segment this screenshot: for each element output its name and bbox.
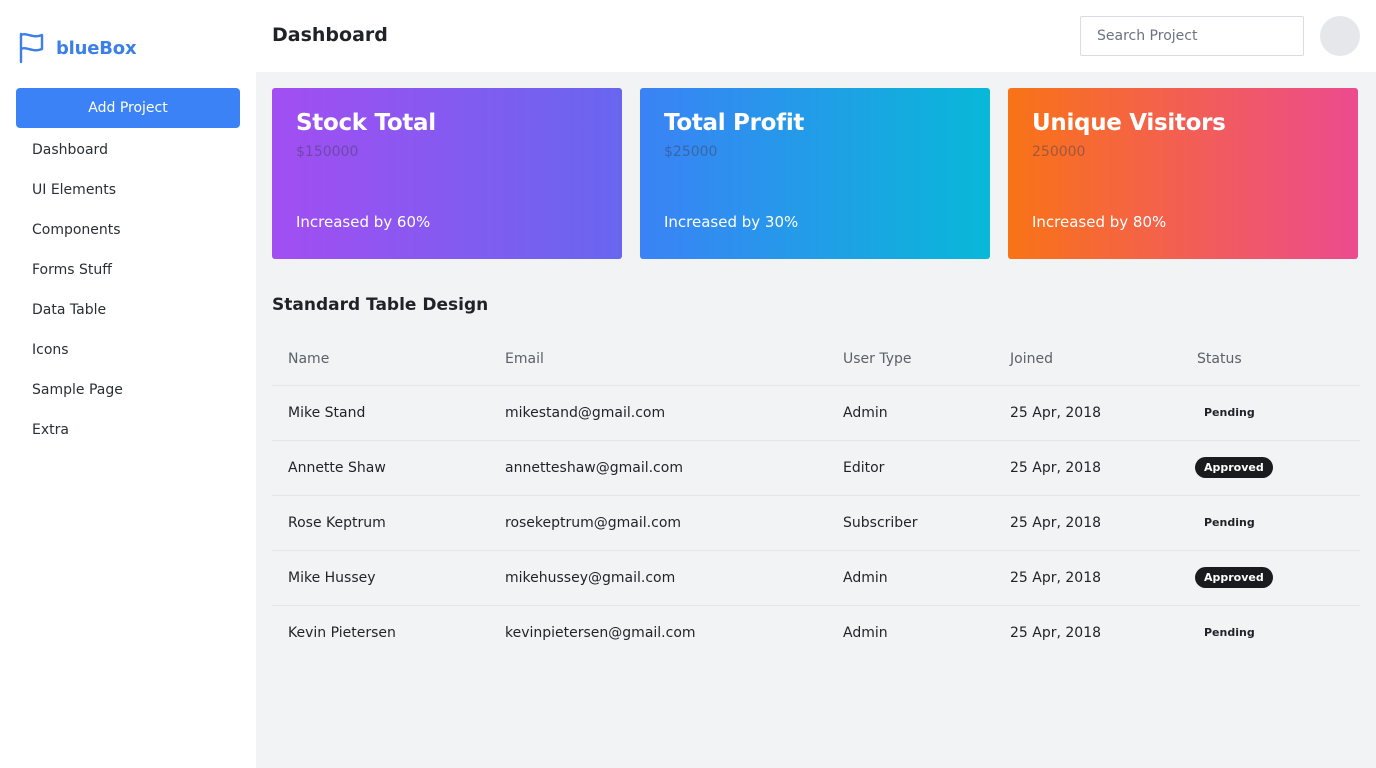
table-row: Mike Stand mikestand@gmail.com Admin 25 … [272, 385, 1360, 441]
sidebar-nav: Dashboard UI Elements Components Forms S… [16, 130, 240, 450]
card-title: Total Profit [664, 110, 805, 136]
cell-name: Rose Keptrum [272, 495, 489, 551]
cell-name: Mike Stand [272, 385, 489, 441]
stat-card-stock-total: Stock Total $150000 Increased by 60% [272, 88, 622, 259]
cell-joined: 25 Apr, 2018 [1010, 624, 1102, 641]
sidebar-item-data-table[interactable]: Data Table [16, 290, 240, 330]
card-title: Unique Visitors [1032, 110, 1226, 136]
card-value: $150000 [296, 144, 359, 160]
column-header-name: Name [272, 334, 489, 386]
column-header-email: Email [489, 334, 827, 386]
table-row: Mike Hussey mikehussey@gmail.com Admin 2… [272, 550, 1360, 606]
cell-joined: 25 Apr, 2018 [994, 495, 1181, 551]
table-title: Standard Table Design [272, 295, 489, 315]
stat-cards: Stock Total $150000 Increased by 60% Tot… [272, 88, 1358, 259]
card-footer: Increased by 60% [296, 213, 431, 231]
table-header-row: Name Email User Type Joined Status [272, 334, 1360, 386]
column-header-status: Status [1181, 334, 1360, 386]
cell-status: Pending [1181, 385, 1360, 441]
sidebar-item-components[interactable]: Components [16, 210, 240, 250]
cell-user-type: Subscriber [827, 495, 994, 551]
card-value: 250000 [1032, 144, 1086, 160]
sidebar-item-forms-stuff[interactable]: Forms Stuff [16, 250, 240, 290]
sidebar-item-dashboard[interactable]: Dashboard [16, 130, 240, 170]
cell-user-type: Editor [827, 440, 994, 496]
status-badge: Approved [1195, 567, 1273, 588]
column-header-joined: Joined [994, 334, 1181, 386]
sidebar: blueBox Add Project Dashboard UI Element… [0, 0, 256, 768]
cell-email: kevinpietersen@gmail.com [505, 624, 696, 641]
logo[interactable]: blueBox [18, 32, 137, 64]
cell-email: annetteshaw@gmail.com [489, 440, 827, 496]
sidebar-item-ui-elements[interactable]: UI Elements [16, 170, 240, 210]
cell-email: rosekeptrum@gmail.com [489, 495, 827, 551]
stat-card-unique-visitors: Unique Visitors 250000 Increased by 80% [1008, 88, 1358, 259]
card-title: Stock Total [296, 110, 436, 136]
status-badge: Pending [1204, 626, 1255, 640]
cell-joined: 25 Apr, 2018 [994, 440, 1181, 496]
cell-joined: 25 Apr, 2018 [994, 385, 1181, 441]
sidebar-item-icons[interactable]: Icons [16, 330, 240, 370]
add-project-button[interactable]: Add Project [16, 88, 240, 128]
status-badge: Pending [1204, 406, 1255, 419]
status-badge: Approved [1195, 457, 1273, 478]
avatar[interactable] [1320, 16, 1360, 56]
table-row: Kevin Pietersen kevinpietersen@gmail.com… [272, 605, 1360, 660]
brand-name: blueBox [56, 37, 137, 59]
cell-user-type: Admin [843, 624, 888, 641]
card-value: $25000 [664, 144, 718, 160]
flag-icon [19, 32, 44, 64]
page-title: Dashboard [272, 24, 388, 46]
cell-status: Approved [1181, 440, 1360, 496]
cell-user-type: Admin [827, 385, 994, 441]
cell-email: mikestand@gmail.com [489, 385, 827, 441]
cell-joined: 25 Apr, 2018 [994, 550, 1181, 606]
card-footer: Increased by 80% [1032, 213, 1167, 231]
sidebar-item-sample-page[interactable]: Sample Page [16, 370, 240, 410]
card-footer: Increased by 30% [664, 213, 799, 231]
cell-status: Approved [1181, 550, 1360, 606]
sidebar-item-extra[interactable]: Extra [16, 410, 240, 450]
cell-status: Pending [1181, 605, 1360, 660]
cell-email: mikehussey@gmail.com [489, 550, 827, 606]
cell-name: Annette Shaw [272, 440, 489, 496]
table-row: Annette Shaw annetteshaw@gmail.com Edito… [272, 440, 1360, 496]
cell-name: Kevin Pietersen [288, 624, 396, 641]
search-input[interactable] [1080, 16, 1304, 56]
cell-status: Pending [1181, 495, 1360, 551]
column-header-user-type: User Type [827, 334, 994, 386]
stat-card-total-profit: Total Profit $25000 Increased by 30% [640, 88, 990, 259]
top-header: Dashboard [256, 0, 1376, 72]
cell-name: Mike Hussey [272, 550, 489, 606]
status-badge: Pending [1204, 516, 1255, 529]
table-row: Rose Keptrum rosekeptrum@gmail.com Subsc… [272, 495, 1360, 551]
cell-user-type: Admin [827, 550, 994, 606]
users-table: Name Email User Type Joined Status Mike … [272, 334, 1360, 660]
